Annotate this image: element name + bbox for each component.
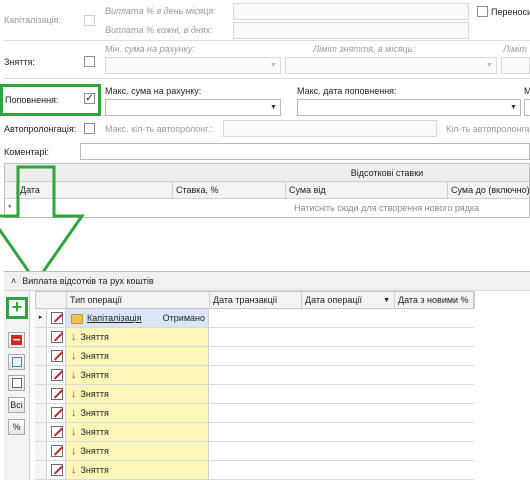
arrow-down-icon: ↓ (71, 426, 77, 438)
edit-row-icon[interactable] (51, 350, 63, 362)
edit-row-icon[interactable] (51, 388, 63, 400)
op-type[interactable]: Капіталізація (87, 313, 142, 323)
arrow-down-icon: ↓ (71, 388, 77, 400)
all-button[interactable]: Всі (8, 397, 25, 413)
op-type[interactable]: Зняття (81, 446, 109, 456)
movements-grid: Тип операції Дата транзакції Дата операц… (35, 291, 475, 480)
document-add-icon (11, 357, 22, 367)
edit-row-icon[interactable] (51, 369, 63, 381)
movements-panel-header[interactable]: ˄ Виплата відсотків та рух коштів (4, 272, 530, 291)
edit-row-icon[interactable] (51, 426, 63, 438)
edit-row-icon[interactable] (51, 445, 63, 457)
arrow-down-icon: ↓ (71, 331, 77, 343)
movements-toolbar: + − Всі % (4, 291, 30, 480)
table-row[interactable]: ↓ Зняття (35, 423, 474, 442)
op-status: Отримано (162, 313, 205, 323)
edit-row-icon[interactable] (51, 407, 63, 419)
sort-desc-icon[interactable]: ▼ (383, 292, 390, 309)
column-header-op-date[interactable]: Дата операції ▼ (302, 292, 395, 309)
op-type[interactable]: Зняття (81, 408, 109, 418)
percent-button[interactable]: % (8, 419, 25, 435)
remove-button[interactable]: − (8, 332, 25, 348)
row-indicator: ▸ (35, 309, 47, 327)
column-header-new-rate-date[interactable]: Дата з новими % (395, 292, 475, 309)
table-row[interactable]: ↓ Зняття (35, 385, 474, 404)
op-type[interactable]: Зняття (81, 389, 109, 399)
table-row[interactable]: ↓ Зняття (35, 328, 474, 347)
movements-panel-title: Виплата відсотків та рух коштів (22, 276, 154, 286)
minus-icon: − (11, 332, 22, 347)
arrow-down-icon: ↓ (71, 407, 77, 419)
table-row[interactable]: ↓ Зняття (35, 461, 474, 480)
column-header-op-type[interactable]: Тип операції (67, 292, 210, 309)
movements-column-header: Тип операції Дата транзакції Дата операц… (35, 291, 475, 309)
arrow-down-icon: ↓ (71, 445, 77, 457)
op-type[interactable]: Зняття (81, 332, 109, 342)
edit-icon (11, 378, 22, 388)
op-type[interactable]: Зняття (81, 370, 109, 380)
add-record-button[interactable] (8, 354, 25, 370)
table-row[interactable]: ▸ Капіталізація Отримано (35, 309, 474, 328)
table-row[interactable]: ↓ Зняття (35, 366, 474, 385)
edit-row-icon[interactable] (51, 331, 63, 343)
table-row[interactable]: ↓ Зняття (35, 404, 474, 423)
arrow-down-icon: ↓ (71, 350, 77, 362)
edit-row-icon[interactable] (51, 464, 63, 476)
column-header-transaction-date[interactable]: Дата транзакції (210, 292, 302, 309)
movements-panel: ˄ Виплата відсотків та рух коштів + − Всі… (4, 271, 530, 480)
op-type[interactable]: Зняття (81, 351, 109, 361)
op-type[interactable]: Зняття (81, 427, 109, 437)
edit-button[interactable] (8, 375, 25, 391)
edit-row-icon[interactable] (51, 312, 63, 324)
add-button[interactable]: + (6, 297, 28, 319)
arrow-down-icon: ↓ (71, 369, 77, 381)
folder-icon (71, 313, 83, 324)
arrow-down-icon: ↓ (71, 464, 77, 476)
table-row[interactable]: ↓ Зняття (35, 442, 474, 461)
table-row[interactable]: ↓ Зняття (35, 347, 474, 366)
collapse-icon[interactable]: ˄ (11, 276, 16, 286)
op-type[interactable]: Зняття (81, 465, 109, 475)
